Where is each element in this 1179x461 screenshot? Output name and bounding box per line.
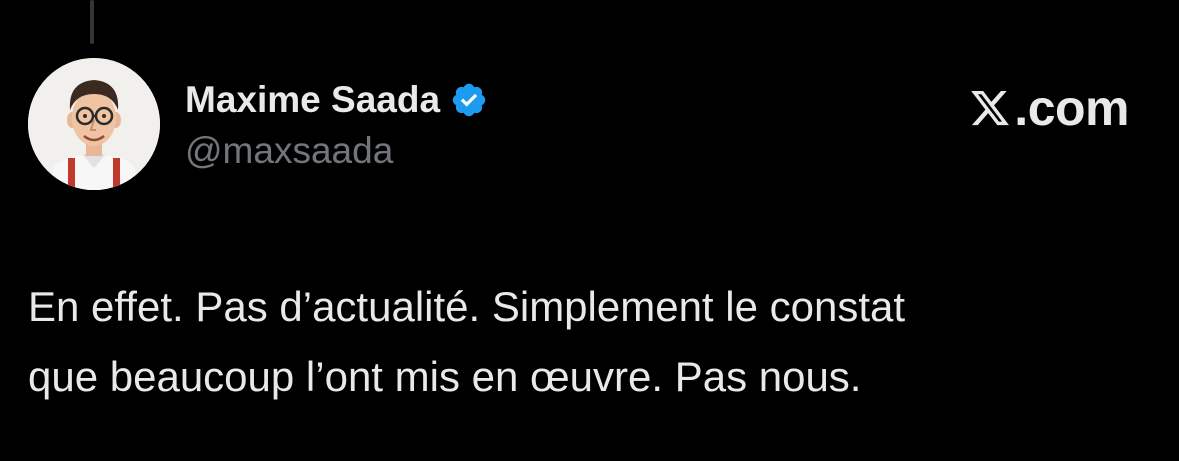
avatar[interactable] xyxy=(28,58,160,190)
avatar-portrait-icon xyxy=(28,58,160,190)
author-name-row: Maxime Saada xyxy=(185,76,488,124)
brand-domain-text: .com xyxy=(1014,80,1129,136)
x-logo-icon xyxy=(968,87,1012,129)
tweet-text: En effet. Pas d’actualité. Simplement le… xyxy=(28,272,1148,412)
tweet-text-line: En effet. Pas d’actualité. Simplement le… xyxy=(28,283,906,330)
verified-badge-icon xyxy=(450,81,488,119)
brand-watermark: .com xyxy=(968,80,1129,136)
tweet-text-line: que beaucoup l’ont mis en œuvre. Pas nou… xyxy=(28,353,862,400)
author-name[interactable]: Maxime Saada xyxy=(185,79,440,121)
author-handle[interactable]: @maxsaada xyxy=(185,130,393,172)
thread-connector-line xyxy=(90,0,94,44)
